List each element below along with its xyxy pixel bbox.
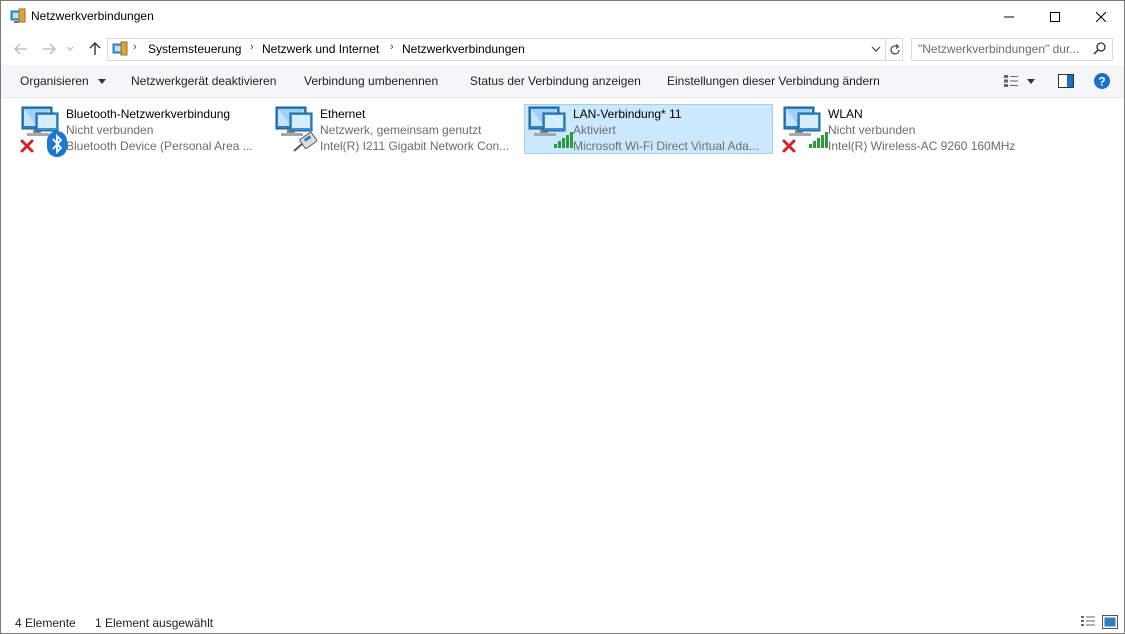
connection-name: WLAN (828, 107, 863, 121)
bluetooth-icon (47, 131, 67, 160)
breadcrumb-separator-icon[interactable]: › (133, 41, 137, 53)
details-view-icon (1004, 75, 1018, 87)
view-connection-status-button[interactable]: Status der Verbindung anzeigen (470, 74, 641, 88)
disconnected-x-icon (20, 139, 34, 156)
disable-device-button[interactable]: Netzwerkgerät deaktivieren (131, 74, 276, 88)
breadcrumb-separator-icon[interactable]: › (390, 41, 394, 53)
dropdown-caret-icon (1027, 78, 1035, 84)
window-title: Netzwerkverbindungen (31, 9, 154, 23)
maximize-icon (1050, 11, 1060, 22)
command-bar: Organisieren Netzwerkgerät deaktivieren … (1, 65, 1124, 98)
network-connections-location-icon (112, 41, 128, 57)
connection-status: Nicht verbunden (66, 123, 154, 137)
large-icons-view-button[interactable] (1101, 614, 1119, 630)
rename-connection-button[interactable]: Verbindung umbenennen (304, 74, 438, 88)
connection-device: Bluetooth Device (Personal Area ... (66, 139, 253, 153)
connection-status: Nicht verbunden (828, 123, 916, 137)
close-button[interactable] (1078, 1, 1124, 32)
title-bar[interactable]: Netzwerkverbindungen (1, 1, 1124, 32)
disconnected-x-icon (782, 139, 796, 156)
up-arrow-icon[interactable] (86, 40, 104, 58)
connection-status: Aktiviert (573, 123, 616, 137)
preview-pane-button[interactable] (1057, 72, 1075, 90)
view-options-chevron-button[interactable] (1024, 72, 1038, 90)
connection-device: Intel(R) Wireless-AC 9260 160MHz (828, 139, 1016, 153)
connection-name: LAN-Verbindung* 11 (573, 107, 682, 121)
item-count: 4 Elemente (15, 616, 76, 630)
connection-name: Bluetooth-Netzwerkverbindung (66, 107, 231, 121)
preview-pane-icon (1058, 74, 1074, 88)
breadcrumb-netzwerkverbindungen[interactable]: Netzwerkverbindungen (402, 42, 525, 56)
search-icon[interactable] (1093, 41, 1109, 57)
refresh-icon (889, 43, 900, 55)
refresh-button[interactable] (885, 39, 903, 60)
search-box[interactable] (911, 38, 1113, 61)
connection-device: Intel(R) I211 Gigabit Network Con... (320, 139, 510, 153)
minimize-icon (1004, 16, 1014, 17)
connection-status: Netzwerk, gemeinsam genutzt (320, 123, 482, 137)
ethernet-cable-icon (292, 131, 320, 156)
maximize-button[interactable] (1032, 1, 1078, 32)
selection-count: 1 Element ausgewählt (95, 616, 214, 630)
dropdown-caret-icon (98, 79, 107, 85)
connection-item-bluetooth[interactable]: Bluetooth-Netzwerkverbindung Nicht verbu… (17, 104, 266, 157)
details-view-icon (1081, 616, 1095, 626)
details-view-button[interactable] (1079, 614, 1097, 630)
help-icon: ? (1094, 73, 1110, 89)
breadcrumb-netzwerk-und-internet[interactable]: Netzwerk und Internet (262, 42, 379, 56)
address-history-chevron-icon[interactable] (868, 41, 884, 57)
search-input[interactable] (918, 41, 1088, 57)
svg-text:?: ? (1098, 75, 1105, 89)
recent-locations-chevron-icon[interactable] (64, 40, 76, 58)
forward-arrow-icon[interactable] (40, 40, 58, 58)
explorer-window: Netzwerkverbindungen › Systemsteuerung ›… (0, 0, 1125, 634)
breadcrumb-separator-icon[interactable]: › (250, 41, 254, 53)
organize-menu-button[interactable]: Organisieren (20, 74, 107, 88)
navigation-bar: › Systemsteuerung › Netzwerk und Interne… (1, 35, 1124, 63)
wifi-signal-icon (553, 131, 575, 152)
connection-name: Ethernet (320, 107, 366, 121)
network-connections-app-icon (10, 8, 26, 24)
status-bar: 4 Elemente 1 Element ausgewählt (1, 611, 1124, 633)
address-bar[interactable]: › Systemsteuerung › Netzwerk und Interne… (107, 38, 903, 61)
minimize-button[interactable] (986, 1, 1032, 32)
wifi-signal-icon (808, 131, 830, 152)
connection-item-lan-verbindung[interactable]: LAN-Verbindung* 11 Aktiviert Microsoft W… (524, 104, 773, 154)
organize-label: Organisieren (20, 74, 89, 88)
close-icon (1096, 11, 1106, 22)
back-arrow-icon[interactable] (12, 40, 30, 58)
help-button[interactable]: ? (1093, 72, 1111, 90)
large-icons-view-icon (1102, 615, 1118, 629)
connection-item-ethernet[interactable]: Ethernet Netzwerk, gemeinsam genutzt Int… (271, 104, 520, 154)
change-view-button[interactable] (1002, 72, 1020, 90)
breadcrumb-systemsteuerung[interactable]: Systemsteuerung (148, 42, 241, 56)
change-connection-settings-button[interactable]: Einstellungen dieser Verbindung ändern (667, 74, 880, 88)
connection-item-wlan[interactable]: WLAN Nicht verbunden Intel(R) Wireless-A… (779, 104, 1028, 154)
connection-device: Microsoft Wi-Fi Direct Virtual Ada... (573, 139, 759, 153)
